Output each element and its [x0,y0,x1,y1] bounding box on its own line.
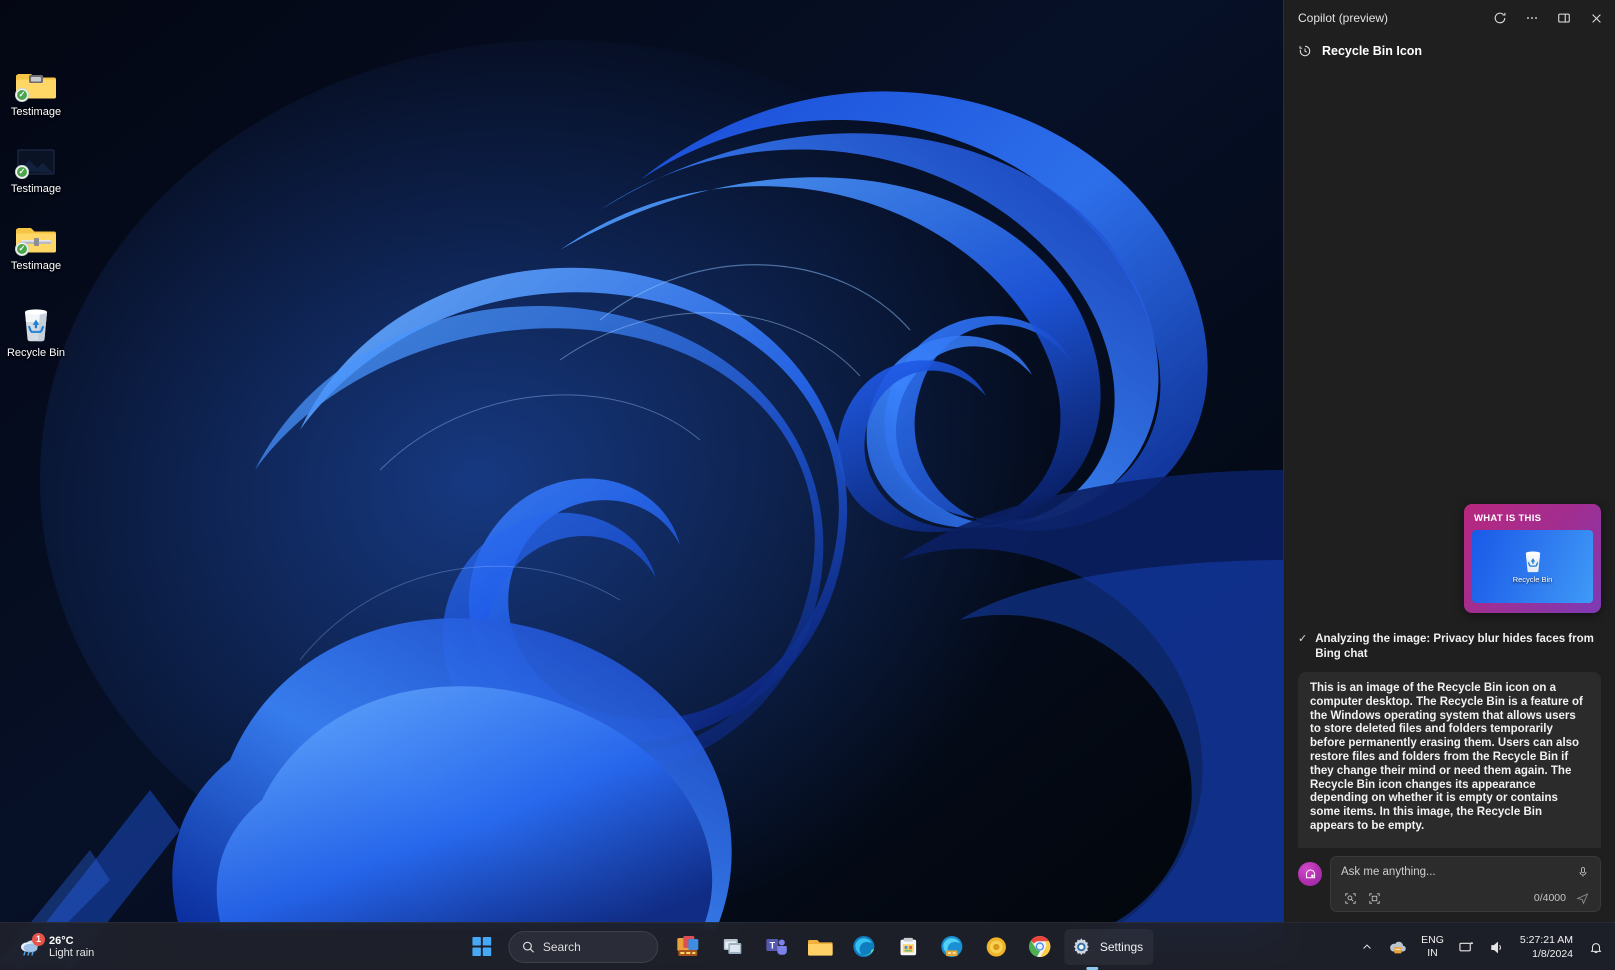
search-icon [521,940,535,954]
taskbar-search-placeholder: Search [542,939,581,954]
close-button[interactable] [1581,5,1611,31]
svg-text:T: T [769,940,775,950]
chat-input[interactable]: Ask me anything... [1341,866,1574,878]
sync-check-badge: ✓ [15,165,29,179]
taskbar-item-google-chrome[interactable] [1020,927,1060,967]
taskbar-item-chat-app[interactable] [668,927,708,967]
analyzing-status: ✓ Analyzing the image: Privacy blur hide… [1298,632,1601,661]
gear-icon [1073,937,1089,955]
copilot-composer[interactable]: Ask me anything... 0/4000 [1284,848,1615,922]
desktop-icon-testimage-zip[interactable]: ✓ Testimage [0,216,72,277]
desktop-wallpaper [0,0,1283,970]
folder-icon: ✓ [15,65,57,102]
analyzing-status-text: Analyzing the image: Privacy blur hides … [1315,633,1594,660]
assistant-message: This is an image of the Recycle Bin icon… [1298,672,1601,848]
rain-cloud-icon: 1 [18,933,45,958]
image-file-icon: ✓ [15,142,57,179]
screen: ✓ Testimage ✓ Testimage ✓ Testimage Recy… [0,0,1615,970]
desktop-icon-recycle-bin[interactable]: Recycle Bin [0,303,72,364]
language-line2: IN [1427,947,1438,959]
desktop-icon-testimage-folder[interactable]: ✓ Testimage [0,62,72,123]
desktop-icon-list: ✓ Testimage ✓ Testimage ✓ Testimage Recy… [0,62,80,364]
taskbar-settings-label: Settings [1099,939,1144,954]
user-image-message[interactable]: WHAT IS THIS Recycle Bin [1464,504,1601,613]
language-indicator[interactable]: ENG IN [1415,934,1450,960]
image-card-caption: WHAT IS THIS [1474,513,1542,524]
sync-check-badge: ✓ [15,88,29,102]
taskbar-item-edge-dev[interactable] [932,927,972,967]
taskbar-item-microsoft-edge[interactable] [844,927,884,967]
recycle-bin-icon [1522,549,1544,573]
sync-check-badge: ✓ [15,242,29,256]
desktop-icon-label: Recycle Bin [6,347,66,359]
desktop-icon-label: Testimage [10,106,62,118]
send-button[interactable] [1572,890,1592,906]
speaker-icon[interactable] [1483,928,1510,966]
copilot-conversation[interactable]: WHAT IS THIS Recycle Bin ✓ Analyzing the… [1284,66,1615,848]
clock-widget[interactable]: 5:27:21 AM 1/8/2024 [1512,933,1581,961]
taskbar-item-file-explorer[interactable] [800,927,840,967]
copilot-pane[interactable]: Copilot (preview) Recycle Bin Icon WHAT … [1283,0,1615,922]
zipped-folder-icon: ✓ [15,219,57,256]
microphone-icon[interactable] [1574,864,1592,880]
taskbar-item-task-view[interactable] [712,927,752,967]
taskbar-weather-widget[interactable]: 1 26°C Light rain [10,923,102,970]
copilot-topic-header[interactable]: Recycle Bin Icon [1284,36,1615,66]
screenshot-icon[interactable] [1365,890,1383,906]
copilot-window-title: Copilot (preview) [1298,11,1389,25]
copilot-titlebar: Copilot (preview) [1284,0,1615,36]
assistant-message-text: This is an image of the Recycle Bin icon… [1310,682,1583,832]
clock-date: 1/8/2024 [1532,948,1573,960]
onedrive-icon[interactable] [1381,928,1413,966]
more-options-button[interactable] [1517,5,1547,31]
weather-condition: Light rain [49,947,95,959]
refresh-button[interactable] [1485,5,1515,31]
taskbar-item-store-app[interactable] [888,927,928,967]
history-icon [1298,44,1312,58]
taskbar-item-settings[interactable]: Settings [1063,928,1154,970]
language-line1: ENG [1421,934,1444,946]
visual-search-icon[interactable] [1341,890,1359,906]
taskbar-search-box[interactable]: Search [507,930,658,963]
desktop-icon-label: Testimage [10,260,62,272]
weather-badge: 1 [32,933,45,946]
recycle-bin-icon [15,306,57,342]
dock-view-button[interactable] [1549,5,1579,31]
taskbar-center-group[interactable]: Search T Settings [462,923,1154,970]
copilot-topic-label: Recycle Bin Icon [1322,44,1423,58]
taskbar-item-microsoft-teams[interactable]: T [756,927,796,967]
show-hidden-icons-button[interactable] [1355,928,1379,966]
taskbar-system-tray[interactable]: ENG IN 5:27:21 AM 1/8/2024 [1355,923,1609,970]
start-button[interactable] [462,927,502,967]
copilot-avatar [1298,862,1322,886]
taskbar[interactable]: 1 26°C Light rain Search T Settings ENG … [0,922,1615,970]
network-icon[interactable] [1452,928,1481,966]
image-card-thumbnail-label: Recycle Bin [1512,575,1553,584]
image-card-thumbnail[interactable]: Recycle Bin [1472,530,1593,603]
check-icon: ✓ [1298,633,1308,645]
chat-input-container[interactable]: Ask me anything... 0/4000 [1330,856,1601,912]
notifications-bell-icon[interactable] [1583,928,1609,966]
taskbar-item-outlook-web[interactable] [976,927,1016,967]
desktop-icon-testimage-image[interactable]: ✓ Testimage [0,139,72,200]
desktop-icon-label: Testimage [10,183,62,195]
image-prompt-card[interactable]: WHAT IS THIS Recycle Bin [1464,504,1601,613]
desktop[interactable]: ✓ Testimage ✓ Testimage ✓ Testimage Recy… [0,0,1283,970]
clock-time: 5:27:21 AM [1519,934,1573,946]
character-counter: 0/4000 [1533,892,1566,904]
weather-temperature: 26°C [49,935,74,947]
